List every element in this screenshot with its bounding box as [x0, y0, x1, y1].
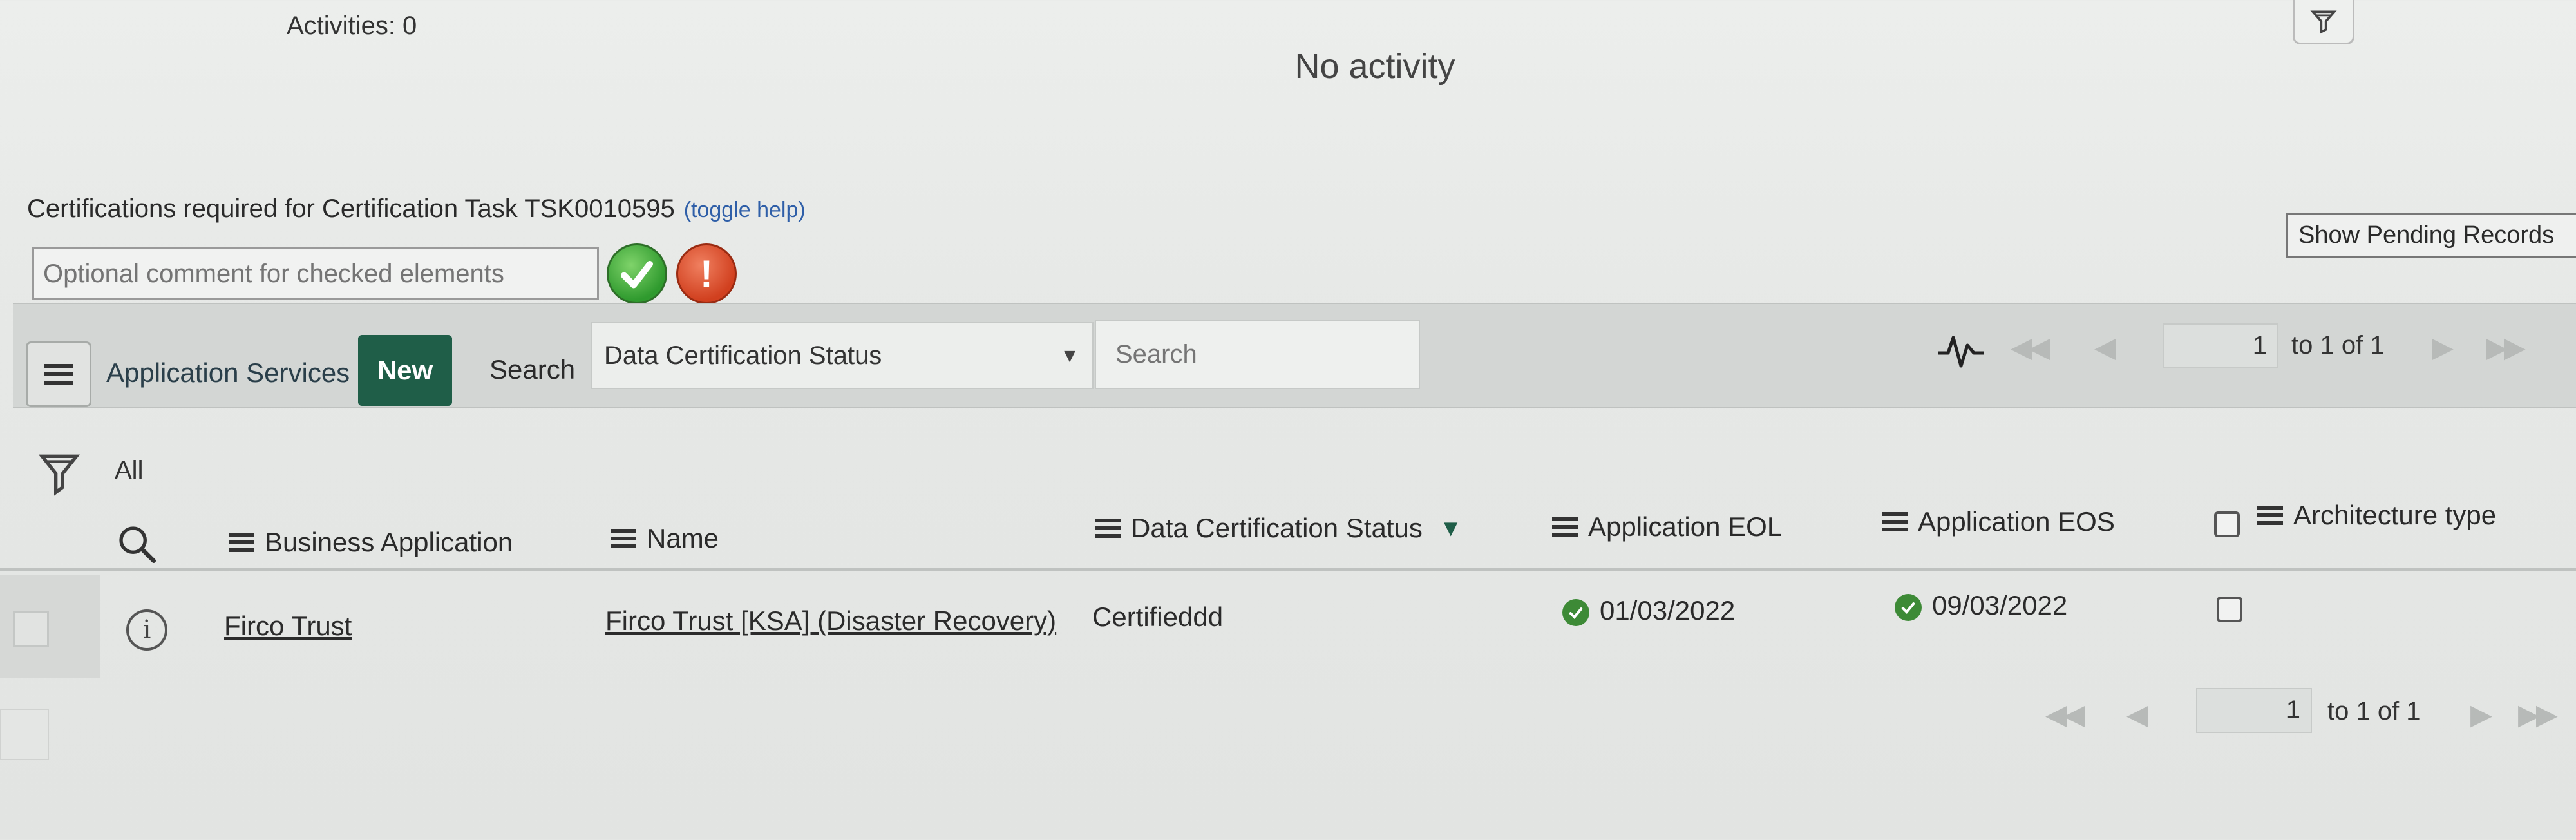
activities-count: Activities: 0	[287, 12, 417, 40]
cell-application-eol: 01/03/2022	[1562, 595, 1735, 626]
previous-page-button[interactable]: ◀	[2094, 331, 2116, 364]
column-header-data-certification-status[interactable]: Data Certification Status ▼	[1095, 513, 1463, 544]
search-field-value: Data Certification Status	[604, 341, 882, 370]
checkmark-icon	[621, 261, 653, 289]
check-circle-icon	[1895, 593, 1922, 621]
toggle-help-link[interactable]: (toggle help)	[684, 198, 806, 222]
column-header-architecture-type[interactable]: Architecture type	[2257, 500, 2496, 531]
cell-business-application[interactable]: Firco Trust	[224, 611, 352, 642]
column-menu-icon[interactable]	[611, 529, 636, 548]
comment-input[interactable]	[32, 247, 599, 300]
eos-date: 09/03/2022	[1932, 590, 2068, 620]
previous-page-button[interactable]: ◀	[2126, 698, 2148, 731]
cell-application-eos: 09/03/2022	[1895, 590, 2067, 621]
filter-all-breadcrumb[interactable]: All	[115, 456, 143, 485]
certification-title: Certifications required for Certificatio…	[27, 195, 806, 224]
column-menu-icon[interactable]	[1552, 517, 1578, 537]
page-number-input[interactable]: 1	[2163, 323, 2278, 368]
column-label: Application EOL	[1588, 511, 1783, 542]
row-checkbox[interactable]	[13, 611, 49, 647]
column-menu-icon[interactable]	[1095, 519, 1121, 538]
column-menu-icon[interactable]	[2257, 506, 2283, 525]
eol-date: 01/03/2022	[1600, 595, 1736, 625]
filter-icon[interactable]	[39, 451, 80, 496]
column-header-application-eol[interactable]: Application EOL	[1552, 511, 1782, 542]
no-activity-message: No activity	[1294, 47, 1455, 86]
column-label: Architecture type	[2293, 500, 2497, 530]
certification-title-text: Certifications required for Certificatio…	[27, 195, 675, 223]
column-label: Data Certification Status	[1131, 513, 1423, 543]
caret-down-icon: ▼	[1060, 345, 1079, 367]
approve-button[interactable]	[607, 243, 667, 304]
select-all-checkbox[interactable]	[2214, 511, 2240, 537]
column-header-name[interactable]: Name	[611, 523, 719, 554]
new-button[interactable]: New	[358, 335, 452, 406]
sort-descending-icon: ▼	[1439, 515, 1463, 541]
last-page-button[interactable]: ▶▶	[2486, 331, 2526, 364]
filter-icon	[2310, 10, 2337, 34]
column-menu-icon[interactable]	[229, 533, 254, 552]
header-divider	[0, 568, 2576, 571]
column-label: Name	[647, 523, 719, 553]
cell-data-certification-status: Certifieddd	[1092, 602, 1224, 632]
search-field-select[interactable]: Data Certification Status ▼	[591, 322, 1094, 389]
cell-architecture-type-checkbox[interactable]	[2217, 597, 2242, 622]
search-icon[interactable]	[116, 523, 157, 564]
column-label: Business Application	[265, 527, 513, 557]
list-title: Application Services	[106, 358, 350, 388]
exclamation-icon: !	[700, 252, 713, 296]
next-page-button[interactable]: ▶	[2470, 698, 2492, 731]
page-range-label: to 1 of 1	[2291, 331, 2385, 359]
info-icon[interactable]: i	[126, 609, 167, 651]
reject-button[interactable]: !	[676, 243, 737, 304]
list-menu-button[interactable]	[26, 341, 91, 407]
row-checkbox[interactable]	[0, 709, 49, 760]
last-page-button[interactable]: ▶▶	[2518, 698, 2558, 731]
first-page-button[interactable]: ◀◀	[2011, 331, 2050, 364]
activity-stream-icon[interactable]	[1935, 330, 1987, 368]
next-page-button[interactable]: ▶	[2432, 331, 2454, 364]
column-menu-icon[interactable]	[1882, 512, 1908, 531]
column-label: Application EOS	[1918, 506, 2115, 537]
column-header-business-application[interactable]: Business Application	[229, 527, 513, 558]
activity-filter-button[interactable]	[2293, 0, 2354, 44]
page-range-label: to 1 of 1	[2327, 697, 2421, 725]
search-input[interactable]	[1095, 320, 1420, 389]
column-header-application-eos[interactable]: Application EOS	[1882, 506, 2115, 537]
page-number-input[interactable]: 1	[2196, 688, 2312, 733]
show-pending-records-button[interactable]: Show Pending Records	[2286, 213, 2576, 258]
search-label: Search	[489, 354, 576, 385]
check-circle-icon	[1562, 598, 1589, 626]
cell-name[interactable]: Firco Trust [KSA] (Disaster Recovery)	[605, 606, 1056, 636]
first-page-button[interactable]: ◀◀	[2045, 698, 2085, 731]
hamburger-icon	[44, 364, 73, 385]
